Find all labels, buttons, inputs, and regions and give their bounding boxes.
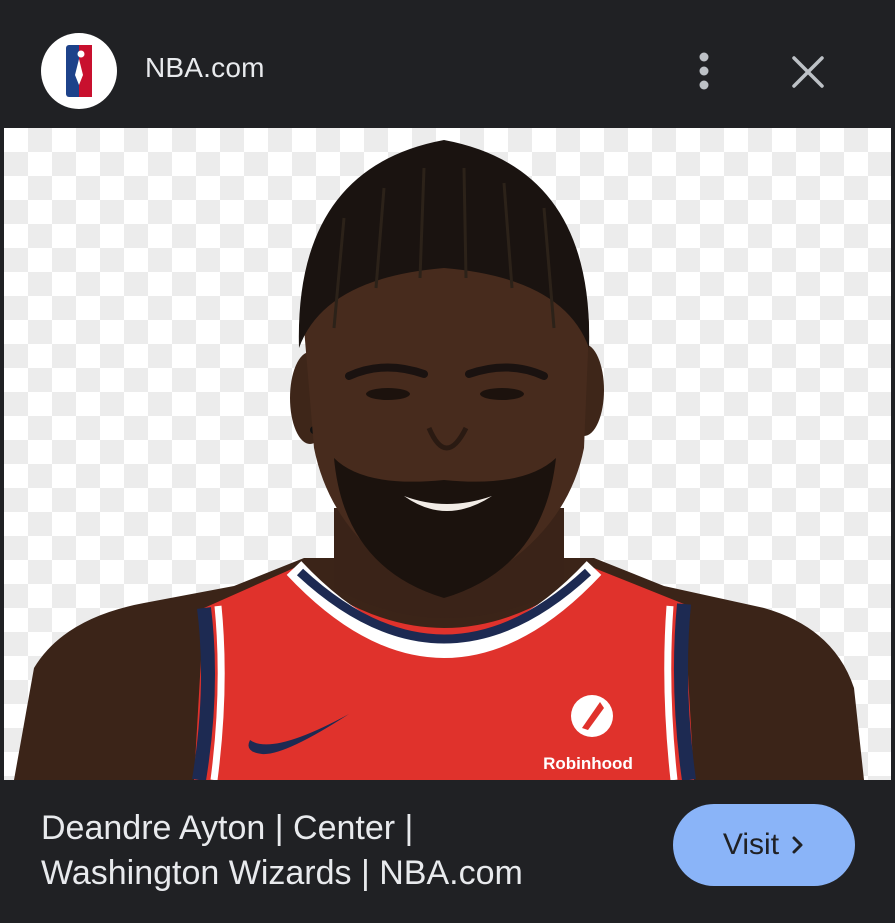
result-title[interactable]: Deandre Ayton | Center | Washington Wiza… <box>41 806 641 896</box>
result-title-line2: Washington Wizards | NBA.com <box>41 854 523 892</box>
close-icon <box>792 56 824 88</box>
result-image[interactable]: Robinhood <box>4 128 891 780</box>
result-title-line1: Deandre Ayton | Center | <box>41 809 414 847</box>
visit-button-label: Visit <box>722 828 780 861</box>
more-vertical-icon <box>699 52 709 90</box>
close-button[interactable] <box>786 50 830 94</box>
nba-logo-icon[interactable] <box>41 33 117 109</box>
more-options-button[interactable] <box>684 48 724 94</box>
site-name[interactable]: NBA.com <box>145 52 265 84</box>
jersey-sponsor-text: Robinhood <box>543 754 633 773</box>
lens-header: NBA.com <box>4 0 891 128</box>
chevron-right-icon <box>791 835 805 855</box>
caption-bar: Deandre Ayton | Center | Washington Wiza… <box>4 780 891 923</box>
visit-button[interactable]: Visit <box>673 804 855 886</box>
